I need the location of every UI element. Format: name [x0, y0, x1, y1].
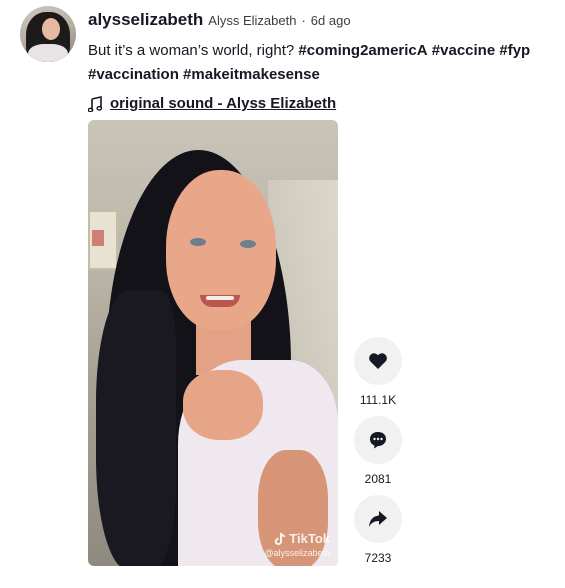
- sound-row: original sound - Alyss Elizabeth: [88, 95, 555, 112]
- author-nickname: Alyss Elizabeth: [208, 13, 297, 28]
- caption-text: But it’s a woman’s world, right?: [88, 42, 295, 59]
- sound-link[interactable]: original sound - Alyss Elizabeth: [110, 95, 336, 112]
- hashtag-link[interactable]: #fyp: [499, 42, 530, 59]
- separator: ·: [301, 13, 306, 28]
- post-header: alysselizabeth Alyss Elizabeth · 6d ago …: [88, 10, 555, 112]
- hashtag-link[interactable]: #vaccine: [432, 42, 495, 59]
- avatar[interactable]: [20, 6, 76, 62]
- watermark-handle: @alysselizabeth: [264, 548, 330, 558]
- share-count: 7233: [364, 551, 392, 565]
- comment-count: 2081: [364, 472, 392, 486]
- like-count: 111.1K: [359, 393, 397, 407]
- author-line: alysselizabeth Alyss Elizabeth · 6d ago: [88, 10, 555, 30]
- tiktok-logo-icon: [275, 532, 286, 545]
- comment-button[interactable]: [354, 416, 402, 464]
- comment-icon: [370, 432, 386, 449]
- post-caption: But it’s a woman’s world, right? #coming…: [88, 39, 553, 87]
- music-note-icon: [88, 95, 102, 112]
- video-player[interactable]: TikTok @alysselizabeth: [88, 120, 338, 566]
- watermark-brand: TikTok: [289, 531, 330, 546]
- hashtag-link[interactable]: #vaccination: [88, 66, 179, 83]
- like-button[interactable]: [354, 337, 402, 385]
- tiktok-watermark: TikTok @alysselizabeth: [264, 531, 330, 558]
- post-time: 6d ago: [310, 13, 351, 28]
- action-bar: 111.1K 2081 7233: [354, 337, 402, 574]
- hashtag-link[interactable]: #makeitmakesense: [183, 66, 320, 83]
- author-username[interactable]: alysselizabeth: [88, 10, 203, 30]
- share-button[interactable]: [354, 495, 402, 543]
- share-icon: [369, 511, 387, 527]
- hashtag-link[interactable]: #coming2americA: [298, 42, 427, 59]
- heart-icon: [369, 353, 387, 369]
